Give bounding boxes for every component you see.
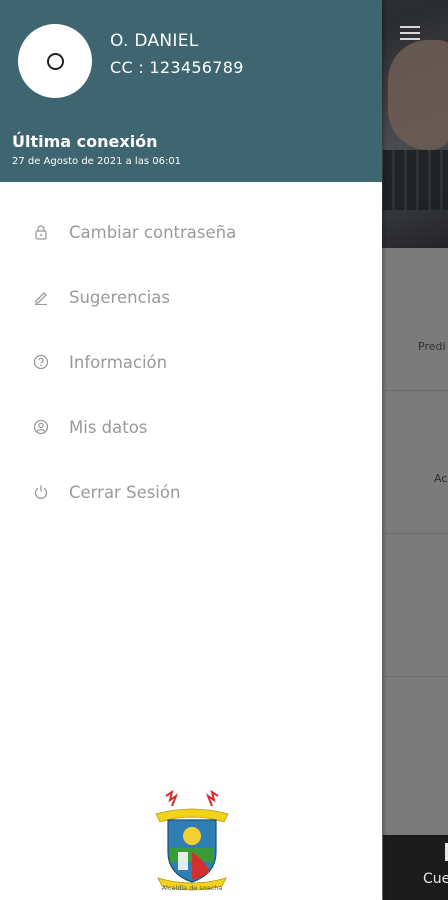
bottom-navigation: Cue (383, 835, 448, 900)
navigation-drawer: O. DANIEL CC : 123456789 Última conexión… (0, 0, 382, 900)
hero-keyboard-shape (383, 150, 448, 210)
menu-item-logout[interactable]: Cerrar Sesión (0, 468, 382, 516)
logo-caption: Alcaldía de soacha (161, 884, 223, 892)
background-card[interactable] (383, 248, 448, 391)
last-connection-title: Última conexión (12, 132, 158, 151)
background-card-text: Ac (434, 472, 448, 485)
menu-item-label: Mis datos (69, 417, 148, 437)
menu-item-my-data[interactable]: Mis datos (0, 403, 382, 451)
power-icon (34, 485, 48, 499)
last-connection-date: 27 de Agosto de 2021 a las 06:01 (12, 156, 182, 167)
hamburger-menu-icon[interactable] (400, 26, 420, 42)
background-card[interactable] (383, 677, 448, 835)
avatar[interactable] (18, 24, 92, 98)
avatar-placeholder-icon (46, 52, 64, 70)
menu-item-label: Sugerencias (69, 287, 170, 307)
municipality-coat-of-arms-logo (155, 790, 229, 891)
menu-item-label: Cerrar Sesión (69, 482, 181, 502)
lock-icon (35, 225, 47, 240)
question-circle-icon (33, 354, 49, 370)
pencil-icon (35, 292, 47, 305)
hero-hand-shape (388, 40, 448, 150)
user-circle-icon (33, 419, 49, 435)
bottom-tab-label[interactable]: Cue (423, 871, 448, 887)
background-card-text: Predi (418, 340, 446, 353)
background-card[interactable] (383, 391, 448, 534)
drawer-header: O. DANIEL CC : 123456789 Última conexión… (0, 0, 382, 182)
menu-item-information[interactable]: Información (0, 338, 382, 386)
menu-item-change-password[interactable]: Cambiar contraseña (0, 208, 382, 256)
user-id: CC : 123456789 (110, 58, 244, 77)
menu-item-suggestions[interactable]: Sugerencias (0, 273, 382, 321)
user-name: O. DANIEL (110, 31, 199, 51)
background-card[interactable] (383, 534, 448, 677)
menu-item-label: Información (69, 352, 168, 372)
menu-item-label: Cambiar contraseña (69, 222, 237, 242)
